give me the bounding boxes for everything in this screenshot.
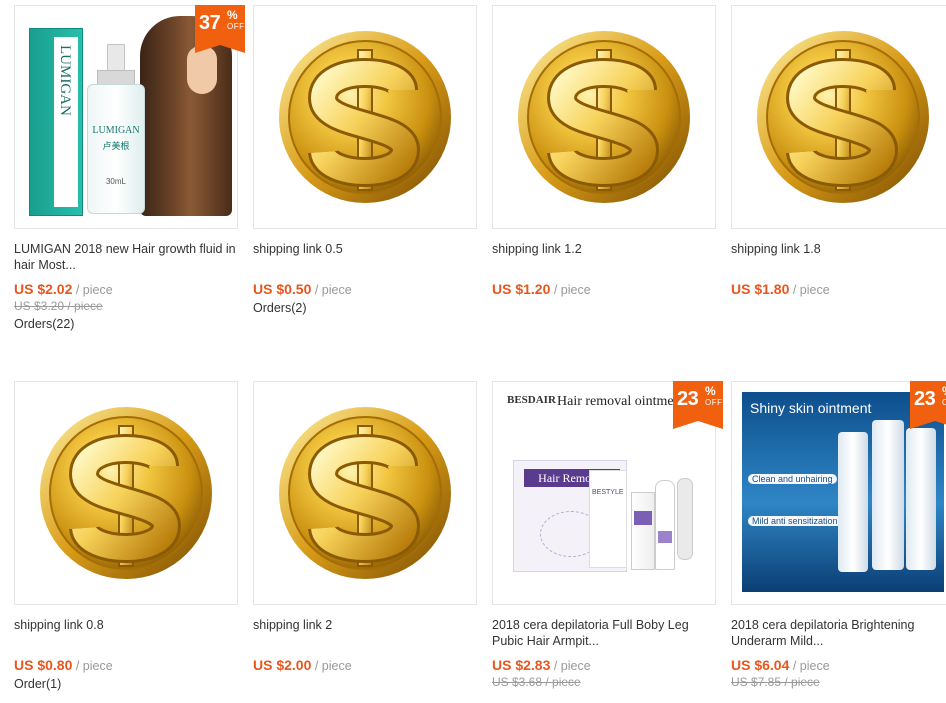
product-card[interactable]: shipping link 0.5 US $0.50 / piece Order…: [253, 5, 477, 325]
product-card[interactable]: shipping link 1.2 US $1.20 / piece: [492, 5, 716, 325]
gold-dollar-coin-icon: [40, 407, 212, 579]
discount-badge: 23 % OFF: [910, 381, 946, 429]
price-unit: / piece: [792, 283, 830, 297]
discount-badge: 37 % OFF: [195, 5, 245, 53]
product-title[interactable]: shipping link 0.8: [14, 617, 236, 633]
price-row: US $2.00 / piece: [253, 657, 352, 673]
brand-logo: BESDAIR: [507, 394, 556, 406]
gold-dollar-coin-icon: [518, 31, 690, 203]
image-headline: Shiny skin ointment: [750, 400, 872, 416]
price-row: US $0.50 / piece: [253, 281, 352, 297]
product-title[interactable]: 2018 cera depilatoria Full Boby Leg Pubi…: [492, 617, 714, 649]
price: US $1.80: [731, 281, 790, 297]
price: US $2.00: [253, 657, 312, 673]
product-title[interactable]: LUMIGAN 2018 new Hair growth fluid in ha…: [14, 241, 236, 273]
product-title[interactable]: shipping link 0.5: [253, 241, 475, 257]
discount-value: 37: [199, 12, 221, 34]
price-unit: / piece: [553, 659, 591, 673]
product-title[interactable]: shipping link 2: [253, 617, 475, 633]
product-title[interactable]: 2018 cera depilatoria Brightening Undera…: [731, 617, 946, 649]
price-unit: / piece: [75, 659, 113, 673]
product-card[interactable]: shipping link 2 US $2.00 / piece: [253, 381, 477, 701]
product-card[interactable]: BESDAIR Hair removal ointment + repair H…: [492, 381, 723, 701]
price-unit: / piece: [553, 283, 591, 297]
product-image[interactable]: [492, 5, 716, 229]
gold-dollar-coin-icon: [279, 31, 451, 203]
product-image[interactable]: [14, 381, 238, 605]
product-brand: LUMIGAN: [57, 45, 73, 116]
discount-value: 23: [677, 388, 699, 410]
discount-value: 23: [914, 388, 936, 410]
product-card[interactable]: shipping link 1.8 US $1.80 / piece: [731, 5, 946, 325]
model-face: [187, 46, 217, 94]
price-unit: / piece: [792, 659, 830, 673]
off-label: OFF: [227, 22, 245, 31]
spray-bottle: LUMIGAN 卢美根 30mL: [87, 44, 145, 214]
product-title[interactable]: shipping link 1.8: [731, 241, 946, 257]
price: US $1.20: [492, 281, 551, 297]
off-label: OFF: [942, 398, 946, 407]
off-label: OFF: [705, 398, 723, 407]
percent-sign: %: [705, 384, 716, 398]
spatula: [677, 478, 693, 560]
discount-badge: 23 % OFF: [673, 381, 723, 429]
product-box-2: BESTYLE: [589, 470, 627, 568]
gold-dollar-coin-icon: [279, 407, 451, 579]
price-row: US $0.80 / piece: [14, 657, 113, 673]
tube-1: [838, 432, 868, 572]
product-image[interactable]: [253, 5, 477, 229]
tube-2: [872, 420, 904, 570]
tube-3: [906, 428, 936, 570]
product-image[interactable]: [731, 5, 946, 229]
price-unit: / piece: [75, 283, 113, 297]
price: US $0.50: [253, 281, 312, 297]
product-card[interactable]: shipping link 0.8 US $0.80 / piece Order…: [14, 381, 238, 701]
product-title[interactable]: shipping link 1.2: [492, 241, 714, 257]
tube-2: [655, 480, 675, 570]
price: US $2.83: [492, 657, 551, 673]
product-card[interactable]: Shiny skin ointment Clean and unhairing …: [731, 381, 946, 701]
original-price: US $3.68 / piece: [492, 675, 581, 689]
price-row: US $2.83 / piece: [492, 657, 591, 673]
price: US $2.02: [14, 281, 73, 297]
original-price: US $3.20 / piece: [14, 299, 103, 313]
price-row: US $1.20 / piece: [492, 281, 591, 297]
product-image[interactable]: [253, 381, 477, 605]
tube-1: [631, 492, 655, 570]
orders-count: Orders(2): [253, 301, 307, 315]
gold-dollar-coin-icon: [757, 31, 929, 203]
price: US $6.04: [731, 657, 790, 673]
price-row: US $6.04 / piece: [731, 657, 830, 673]
percent-sign: %: [942, 384, 946, 398]
price: US $0.80: [14, 657, 73, 673]
orders-count: Orders(22): [14, 317, 75, 331]
price-row: US $1.80 / piece: [731, 281, 830, 297]
price-unit: / piece: [314, 659, 352, 673]
percent-sign: %: [227, 8, 238, 22]
orders-count: Order(1): [14, 677, 62, 691]
price-row: US $2.02 / piece: [14, 281, 113, 297]
price-unit: / piece: [314, 283, 352, 297]
product-card[interactable]: LUMIGAN LUMIGAN 卢美根 30mL 37 % OFF LUMIGA…: [14, 5, 245, 331]
product-box: LUMIGAN: [29, 28, 83, 216]
original-price: US $7.85 / piece: [731, 675, 820, 689]
